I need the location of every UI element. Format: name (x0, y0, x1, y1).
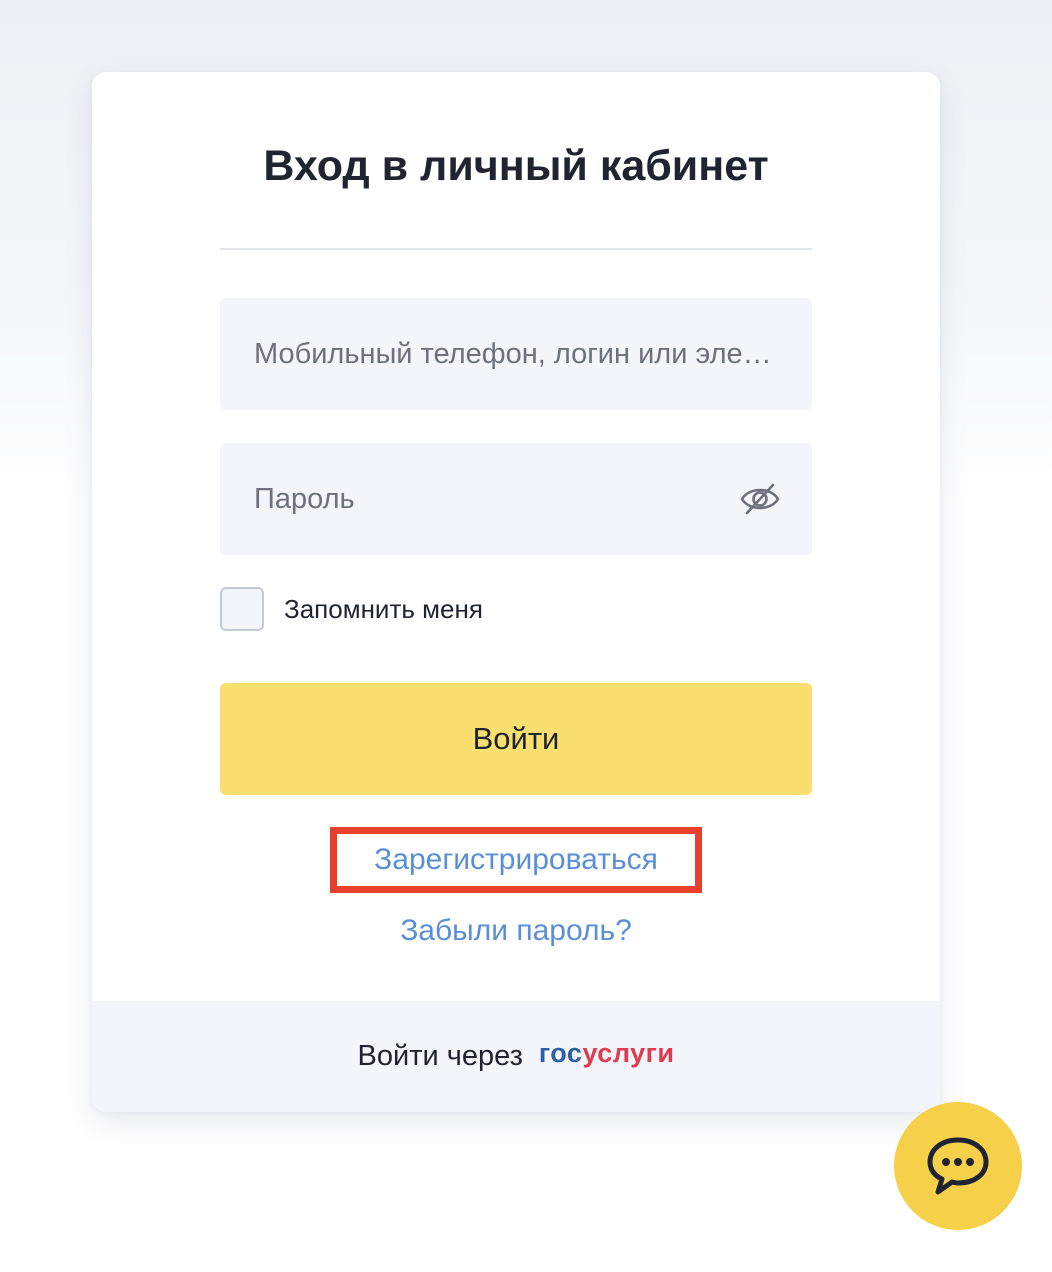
forgot-password-link[interactable]: Забыли пароль? (400, 914, 632, 947)
remember-me[interactable]: Запомнить меня (220, 587, 483, 631)
login-button[interactable]: Войти (220, 683, 812, 795)
register-link[interactable]: Зарегистрироваться (374, 843, 658, 877)
gosuslugi-logo-part2: услуги (582, 1038, 675, 1068)
remember-me-label: Запомнить меня (284, 593, 483, 624)
title-divider (220, 248, 812, 250)
show-password-toggle[interactable] (738, 477, 782, 521)
register-highlight-box: Зарегистрироваться (330, 827, 702, 893)
gosuslugi-login-button[interactable]: Войти через госуслуги (92, 1001, 940, 1112)
login-field-wrapper (220, 298, 812, 410)
gosuslugi-login-label: Войти через (357, 1040, 523, 1072)
password-field-wrapper (220, 443, 812, 555)
forgot-password-container: Забыли пароль? (92, 914, 940, 948)
eye-off-icon (740, 483, 780, 515)
remember-me-checkbox[interactable] (220, 587, 264, 631)
gosuslugi-logo-part1: гос (538, 1038, 583, 1068)
login-input[interactable] (220, 298, 812, 410)
gosuslugi-logo: госуслуги (539, 1038, 675, 1069)
page-title: Вход в личный кабинет (263, 142, 769, 190)
chat-widget-button[interactable] (894, 1102, 1022, 1230)
login-card: Вход в личный кабинет Запомнить меня Вой… (92, 72, 940, 1112)
password-input[interactable] (220, 443, 812, 555)
chat-bubble-icon (927, 1137, 989, 1195)
